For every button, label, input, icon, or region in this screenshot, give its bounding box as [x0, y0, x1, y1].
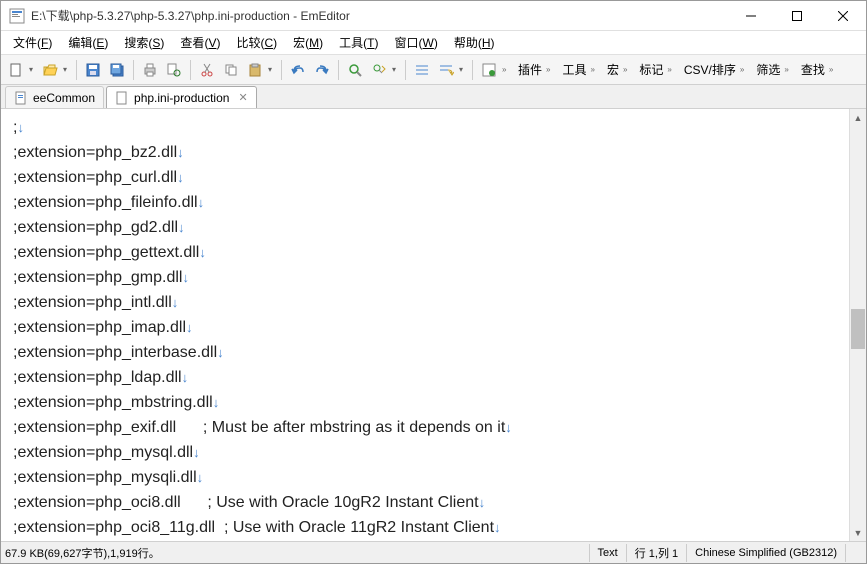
dropdown-icon[interactable]: ▾	[459, 65, 467, 74]
status-mode[interactable]: Text	[589, 544, 626, 562]
menubar: 文件(F) 编辑(E) 搜索(S) 查看(V) 比较(C) 宏(M) 工具(T)…	[1, 31, 866, 55]
redo-icon[interactable]	[311, 59, 333, 81]
menu-file[interactable]: 文件(F)	[9, 32, 56, 53]
tabbar: eeCommon php.ini-production ✕	[1, 85, 866, 109]
separator	[76, 60, 77, 80]
cut-icon[interactable]	[196, 59, 218, 81]
tab-label: php.ini-production	[134, 91, 229, 105]
separator	[133, 60, 134, 80]
app-icon	[9, 8, 25, 24]
plugin-menu-tool[interactable]: 工具»	[556, 59, 600, 80]
save-icon[interactable]	[82, 59, 104, 81]
scroll-down-icon[interactable]: ▼	[850, 524, 866, 541]
wordwrap-on-icon[interactable]	[435, 59, 457, 81]
plugin-menu-macro[interactable]: 宏»	[601, 59, 633, 80]
scroll-thumb[interactable]	[851, 309, 865, 349]
file-icon	[115, 91, 129, 105]
tab-eecommon[interactable]: eeCommon	[5, 86, 104, 108]
overflow-icon[interactable]: »	[502, 65, 510, 74]
new-file-icon[interactable]	[5, 59, 27, 81]
scroll-up-icon[interactable]: ▲	[850, 109, 866, 126]
text-editor[interactable]: ;↓ ;extension=php_bz2.dll↓ ;extension=ph…	[1, 109, 849, 541]
plugin-menu-mark[interactable]: 标记»	[633, 59, 677, 80]
plugin-bar: 插件» 工具» 宏» 标记» CSV/排序» 筛选» 查找»	[512, 59, 839, 80]
tab-label: eeCommon	[33, 91, 95, 105]
toolbar: ▾ ▾ ▾ ▾ ▾ » 插件» 工具» 宏» 标记» CSV/排序» 筛选» 查…	[1, 55, 866, 85]
separator	[472, 60, 473, 80]
separator	[190, 60, 191, 80]
dropdown-icon[interactable]: ▾	[392, 65, 400, 74]
plugin-menu-filter[interactable]: 筛选»	[750, 59, 794, 80]
plugin-menu-find[interactable]: 查找»	[795, 59, 839, 80]
menu-compare[interactable]: 比较(C)	[232, 32, 281, 53]
separator	[405, 60, 406, 80]
editor-area: ;↓ ;extension=php_bz2.dll↓ ;extension=ph…	[1, 109, 866, 541]
status-cursor-position[interactable]: 行 1,列 1	[626, 544, 686, 562]
menu-edit[interactable]: 编辑(E)	[64, 32, 112, 53]
find-icon[interactable]	[344, 59, 366, 81]
dropdown-icon[interactable]: ▾	[29, 65, 37, 74]
undo-icon[interactable]	[287, 59, 309, 81]
file-icon	[14, 91, 28, 105]
tab-php-ini-production[interactable]: php.ini-production ✕	[106, 86, 257, 108]
close-button[interactable]	[820, 1, 866, 31]
replace-icon[interactable]	[368, 59, 390, 81]
menu-tools[interactable]: 工具(T)	[335, 32, 382, 53]
window-controls	[728, 1, 866, 31]
menu-view[interactable]: 查看(V)	[176, 32, 224, 53]
wordwrap-off-icon[interactable]	[411, 59, 433, 81]
menu-search[interactable]: 搜索(S)	[120, 32, 168, 53]
status-file-info: 67.9 KB(69,627字节),1,919行。	[5, 545, 589, 561]
minimize-button[interactable]	[728, 1, 774, 31]
print-preview-icon[interactable]	[163, 59, 185, 81]
menu-macro[interactable]: 宏(M)	[289, 32, 327, 53]
menu-window[interactable]: 窗口(W)	[391, 32, 442, 53]
vertical-scrollbar[interactable]: ▲ ▼	[849, 109, 866, 541]
dropdown-icon[interactable]: ▾	[63, 65, 71, 74]
copy-icon[interactable]	[220, 59, 242, 81]
close-icon[interactable]: ✕	[238, 91, 247, 104]
plugin-menu-plugin[interactable]: 插件»	[512, 59, 556, 80]
maximize-button[interactable]	[774, 1, 820, 31]
plugin-menu-csv[interactable]: CSV/排序»	[678, 59, 750, 80]
properties-icon[interactable]	[478, 59, 500, 81]
status-extra	[845, 544, 862, 562]
separator	[281, 60, 282, 80]
statusbar: 67.9 KB(69,627字节),1,919行。 Text 行 1,列 1 C…	[1, 541, 866, 563]
open-file-icon[interactable]	[39, 59, 61, 81]
paste-icon[interactable]	[244, 59, 266, 81]
print-icon[interactable]	[139, 59, 161, 81]
status-encoding[interactable]: Chinese Simplified (GB2312)	[686, 544, 845, 562]
window-title: E:\下载\php-5.3.27\php-5.3.27\php.ini-prod…	[31, 7, 728, 24]
separator	[338, 60, 339, 80]
dropdown-icon[interactable]: ▾	[268, 65, 276, 74]
menu-help[interactable]: 帮助(H)	[450, 32, 499, 53]
save-all-icon[interactable]	[106, 59, 128, 81]
titlebar: E:\下载\php-5.3.27\php-5.3.27\php.ini-prod…	[1, 1, 866, 31]
